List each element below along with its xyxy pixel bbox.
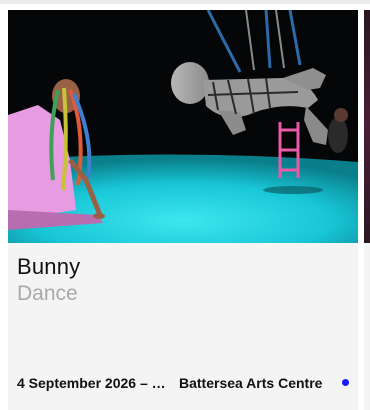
event-date: 4 September 2026 – 14 September 2026 (17, 375, 167, 391)
event-image[interactable] (8, 10, 358, 243)
next-event-image[interactable] (364, 10, 370, 243)
next-event-card[interactable] (364, 10, 370, 410)
event-venue: Battersea Arts Centre (179, 375, 323, 391)
top-divider (0, 0, 370, 4)
event-category: Dance (17, 282, 78, 305)
event-title[interactable]: Bunny (17, 254, 80, 280)
event-card[interactable]: Bunny Dance 4 September 2026 – 14 Septem… (8, 10, 358, 410)
status-dot-icon (342, 379, 349, 386)
